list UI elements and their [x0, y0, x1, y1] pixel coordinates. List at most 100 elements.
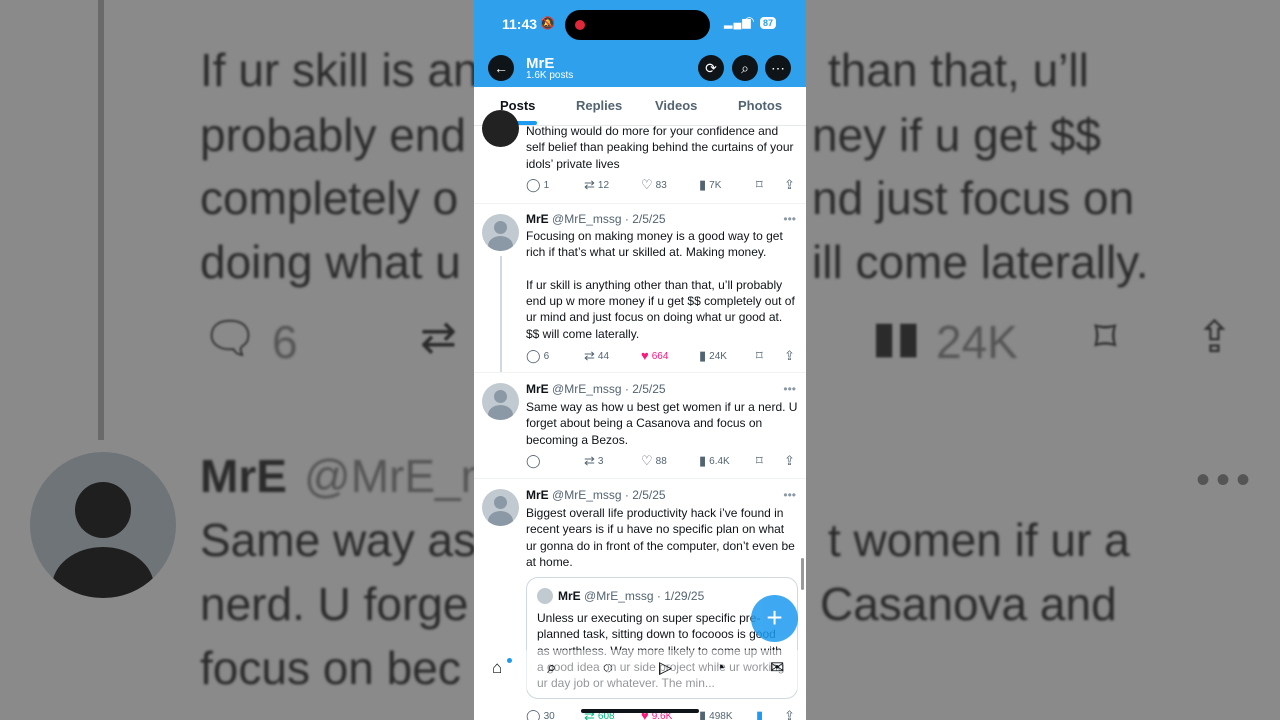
views-icon: ▮ — [699, 708, 707, 720]
tweet[interactable]: MrE @MrE_mssg · 2/5/25 ••• Focusing on m… — [474, 204, 806, 373]
views-icon: ▮ — [699, 453, 707, 468]
bg-text-line: If ur skill is an — [200, 44, 479, 96]
share-icon: ⇪ — [784, 348, 795, 363]
like-button[interactable]: ♡ 83 — [641, 177, 667, 193]
share-icon: ⇪ — [784, 177, 795, 192]
avatar[interactable] — [482, 383, 519, 420]
like-button[interactable]: ♡ 88 — [641, 453, 667, 469]
bg-text-line: nd just focus on — [812, 172, 1135, 224]
share-button[interactable]: ⇪ — [784, 708, 798, 720]
reply-icon: ◯ — [526, 453, 541, 468]
repost-button[interactable]: ⇄ 44 — [584, 348, 609, 364]
like-button[interactable]: ♥ 664 — [641, 348, 668, 363]
bg-share-icon: ⇪ — [1196, 313, 1233, 362]
tab-photos[interactable]: Photos — [738, 98, 782, 113]
video-icon[interactable]: ▷ — [659, 658, 672, 678]
tab-videos[interactable]: Videos — [655, 98, 697, 113]
bottom-navigation: ⌂ ⌕ ◌ ▷ ◔ ✉ — [474, 650, 806, 690]
reply-icon: ◯ — [526, 177, 541, 192]
repost-icon: ⇄ — [584, 348, 595, 363]
home-indicator[interactable] — [581, 709, 699, 713]
mail-icon[interactable]: ✉ — [770, 658, 784, 678]
tweet[interactable]: MrE @MrE_mssg · 2/5/25 ••• Same way as h… — [474, 373, 806, 479]
repost-button[interactable]: ⇄ 12 — [584, 177, 609, 193]
heart-icon: ♡ — [641, 453, 653, 468]
bg-text-line: Same way as — [200, 514, 477, 566]
bg-text-line: Casanova and — [820, 578, 1117, 630]
tweet[interactable]: Nothing would do more for your confidenc… — [474, 110, 806, 204]
bookmark-icon: ⌑ — [756, 348, 763, 363]
heart-icon: ♡ — [641, 177, 653, 192]
avatar[interactable] — [482, 489, 519, 526]
compose-button[interactable]: + — [751, 595, 798, 642]
tweet-meta: MrE @MrE_mssg · 2/5/25 — [526, 212, 666, 226]
views-button[interactable]: ▮ 7K — [699, 177, 721, 193]
bell-icon[interactable]: ◔ — [715, 658, 725, 678]
tweet-text: Same way as how u best get women if ur a… — [526, 400, 801, 447]
share-icon: ⇪ — [784, 453, 795, 468]
bg-name: MrE — [200, 450, 287, 502]
bg-thread-line — [98, 0, 104, 440]
author-name[interactable]: MrE — [526, 212, 549, 226]
tab-replies[interactable]: Replies — [576, 98, 622, 113]
reply-button[interactable]: ◯ 6 — [526, 348, 549, 364]
tweet-text: Nothing would do more for your confidenc… — [526, 124, 797, 171]
profile-header: 11:43 🔕 ▂▄▆ ◠ 87 ← MrE 1.6K posts ⟳ ⌕ ⋯ — [474, 0, 806, 87]
author-handle: @MrE_mssg — [552, 382, 622, 396]
avatar[interactable] — [482, 110, 519, 147]
share-button[interactable]: ⇪ — [784, 453, 798, 469]
bookmark-button[interactable]: ⌑ — [756, 453, 766, 469]
reply-button[interactable]: ◯ — [526, 453, 544, 469]
bg-bookmark-icon: ⌑ — [1094, 313, 1117, 362]
bg-text-line: focus on bec — [200, 642, 461, 694]
recording-icon — [575, 20, 585, 30]
avatar[interactable] — [482, 214, 519, 251]
tweet-date: 2/5/25 — [632, 212, 666, 226]
share-icon: ⇪ — [784, 708, 795, 720]
home-icon[interactable]: ⌂ — [492, 658, 502, 678]
reply-button[interactable]: ◯ 1 — [526, 177, 549, 193]
tweet-meta: MrE @MrE_mssg · 2/5/25 — [526, 382, 666, 396]
quote-avatar — [537, 588, 553, 604]
bg-text-line: ill come laterally. — [812, 236, 1149, 288]
refresh-button[interactable]: ⟳ — [698, 55, 724, 81]
reply-button[interactable]: ◯ 30 — [526, 708, 555, 720]
repost-icon: ⇄ — [584, 453, 595, 468]
views-button[interactable]: ▮ 24K — [699, 348, 727, 364]
bg-repost-icon: ⇄ — [420, 313, 457, 362]
wifi-icon: ◠ — [744, 14, 755, 28]
tweet-more-icon[interactable]: ••• — [783, 488, 796, 502]
quote-meta: MrE @MrE_mssg · 1/29/25 — [558, 589, 705, 603]
search-button[interactable]: ⌕ — [732, 55, 758, 81]
grok-icon[interactable]: ◌ — [603, 658, 613, 678]
mute-icon: 🔕 — [540, 16, 555, 30]
tweet-more-icon[interactable]: ••• — [783, 212, 796, 226]
bg-text-line: completely o — [200, 172, 459, 224]
author-name[interactable]: MrE — [526, 382, 549, 396]
share-button[interactable]: ⇪ — [784, 348, 798, 364]
bg-text-line: probably end — [200, 109, 466, 161]
bg-more-icon: ••• — [1196, 458, 1257, 502]
author-name[interactable]: MrE — [526, 488, 549, 502]
views-button[interactable]: ▮ 498K — [699, 708, 733, 720]
bookmark-icon: ⌑ — [756, 453, 763, 468]
repost-icon: ⇄ — [584, 177, 595, 192]
back-button[interactable]: ← — [488, 55, 514, 81]
tweet-date: 2/5/25 — [632, 382, 666, 396]
scrollbar[interactable] — [801, 558, 804, 590]
post-count: 1.6K posts — [526, 70, 574, 81]
more-options-button[interactable]: ⋯ — [765, 55, 791, 81]
views-button[interactable]: ▮ 6.4K — [699, 453, 730, 469]
status-time: 11:43 — [502, 16, 538, 32]
bg-text-line: than that, u’ll — [828, 44, 1089, 96]
share-button[interactable]: ⇪ — [784, 177, 798, 193]
bookmark-button[interactable]: ⌑ — [756, 348, 766, 364]
search-icon[interactable]: ⌕ — [547, 658, 557, 678]
tweet-more-icon[interactable]: ••• — [783, 382, 796, 396]
bookmark-button[interactable]: ⌑ — [756, 177, 766, 193]
tweet-actions: ◯ ⇄ 3 ♡ 88 ▮ 6.4K ⌑ ⇪ — [526, 453, 802, 469]
tweet-actions: ◯ 1 ⇄ 12 ♡ 83 ▮ 7K ⌑ ⇪ — [526, 177, 802, 193]
author-handle: @MrE_mssg — [552, 212, 622, 226]
bookmark-button[interactable]: ▮ — [756, 708, 766, 720]
repost-button[interactable]: ⇄ 3 — [584, 453, 603, 469]
